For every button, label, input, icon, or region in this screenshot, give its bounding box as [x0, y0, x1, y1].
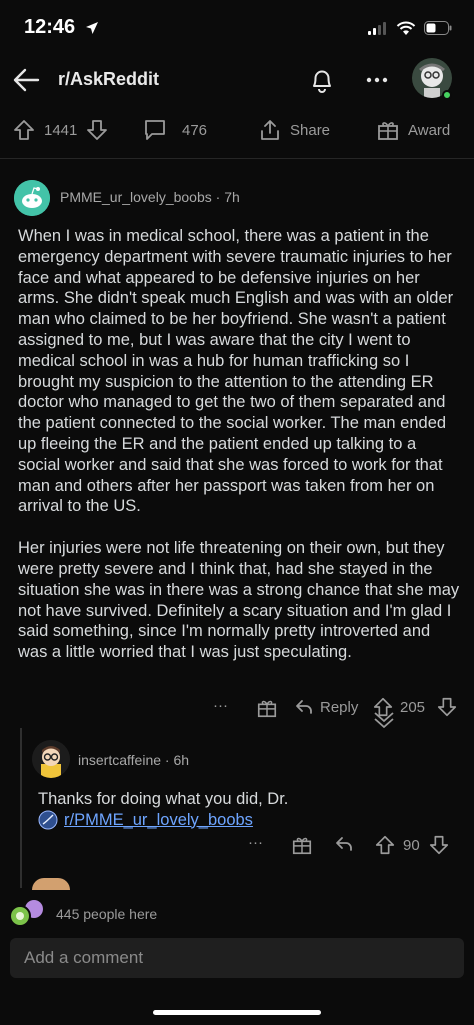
reply-downvote-icon[interactable] [428, 834, 450, 856]
add-comment-placeholder: Add a comment [24, 948, 144, 967]
reply-meta: insertcaffeine · 6h [78, 752, 189, 768]
wifi-icon [396, 21, 416, 36]
back-button[interactable] [10, 64, 46, 96]
people-here-count: 445 people here [56, 906, 158, 922]
reply-label: Reply [320, 698, 359, 716]
reply-avatar[interactable] [32, 740, 70, 778]
downvote-icon[interactable] [85, 118, 109, 142]
comment-more-button[interactable]: ··· [213, 697, 228, 714]
comment-award-icon[interactable] [256, 697, 278, 719]
section-divider [0, 158, 474, 159]
bell-icon [306, 64, 340, 96]
more-dots-icon [360, 68, 394, 92]
award-button[interactable]: Award [376, 118, 450, 142]
reply-link-text[interactable]: r/PMME_ur_lovely_boobs [64, 811, 253, 830]
commenter-avatar[interactable] [14, 180, 50, 216]
award-label: Award [408, 121, 451, 139]
post-score: 1441 [44, 121, 78, 139]
more-options-button[interactable] [360, 68, 394, 92]
back-arrow-icon [10, 64, 46, 96]
clock-text: 12:46 [24, 16, 76, 38]
location-arrow-icon [85, 21, 99, 35]
post-action-bar: 1441 476 Share Award [0, 110, 474, 150]
top-nav: r/AskReddit [0, 56, 474, 106]
reply-age: · 6h [164, 752, 190, 768]
comment-downvote-icon[interactable] [436, 696, 458, 718]
comment-collapse-chevron-icon[interactable] [372, 710, 396, 728]
comment-paragraph-2: Her injuries were not life threatening o… [18, 539, 460, 662]
subreddit-title[interactable]: r/AskReddit [58, 69, 159, 90]
comment-age: · 7h [215, 189, 240, 205]
comment-paragraph-1: When I was in medical school, there was … [18, 227, 454, 516]
share-icon [258, 118, 282, 142]
comment-score: 205 [400, 699, 426, 716]
subreddit-globe-icon [38, 810, 58, 830]
reply-score: 90 [403, 837, 420, 854]
share-label: Share [290, 121, 331, 139]
comment-body: When I was in medical school, there was … [18, 226, 462, 684]
comments-button[interactable]: 476 [142, 118, 207, 142]
reply-reply-icon[interactable] [334, 835, 354, 853]
people-here-avatars [8, 898, 48, 928]
reply-subreddit-link[interactable]: r/PMME_ur_lovely_boobs [38, 810, 253, 830]
reply-award-icon[interactable] [291, 834, 313, 856]
comment-bubble-icon [142, 118, 168, 142]
thread-line[interactable] [20, 728, 22, 888]
comment-reply-button[interactable]: Reply [294, 698, 358, 716]
comment-meta: PMME_ur_lovely_boobs · 7h [60, 189, 240, 205]
reply-upvote-icon[interactable] [374, 834, 396, 856]
comment-actions: ··· Reply 205 [0, 696, 474, 728]
post-vote-group: 1441 [12, 118, 109, 142]
next-reply-avatar-peek [32, 878, 70, 890]
comment-username[interactable]: PMME_ur_lovely_boobs [60, 189, 212, 205]
award-gift-icon [376, 118, 400, 142]
battery-icon [424, 21, 452, 35]
status-time: 12:46 [24, 16, 99, 39]
comment-count: 476 [182, 121, 208, 139]
status-icons [368, 18, 452, 38]
reply-more-button[interactable]: ··· [248, 834, 263, 851]
upvote-icon[interactable] [12, 118, 36, 142]
home-indicator[interactable] [153, 1010, 321, 1015]
reply-actions: ··· 90 [0, 834, 474, 858]
notifications-button[interactable] [306, 64, 340, 98]
online-status-dot [442, 90, 452, 100]
reply-username[interactable]: insertcaffeine [78, 752, 161, 768]
reply-text: Thanks for doing what you did, Dr. [38, 790, 289, 808]
reply-arrow-icon [294, 698, 314, 716]
cellular-signal-icon [368, 21, 388, 35]
share-button[interactable]: Share [258, 118, 330, 142]
